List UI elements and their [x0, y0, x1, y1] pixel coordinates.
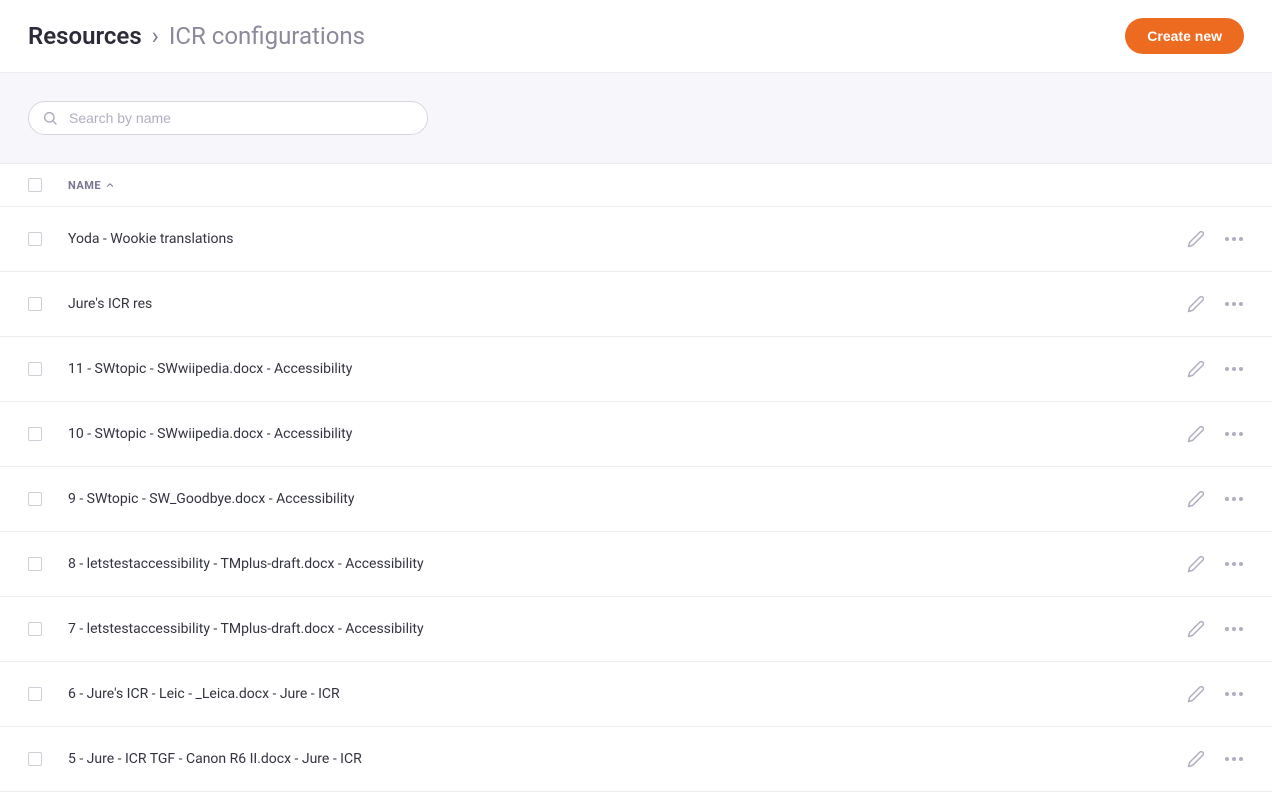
table-row: 6 - Jure's ICR - Leic - _Leica.docx - Ju…: [0, 662, 1272, 727]
row-checkbox[interactable]: [28, 622, 42, 636]
row-name[interactable]: 8 - letstestaccessibility - TMplus-draft…: [68, 556, 1186, 572]
select-all-checkbox[interactable]: [28, 178, 42, 192]
row-name[interactable]: Yoda - Wookie translations: [68, 231, 1186, 247]
table-body: Yoda - Wookie translations Jure's ICR res…: [0, 207, 1272, 792]
table-row: Jure's ICR res: [0, 272, 1272, 337]
column-header-name-label: NAME: [68, 179, 101, 192]
breadcrumb-current: ICR configurations: [169, 22, 365, 50]
row-name[interactable]: 5 - Jure - ICR TGF - Canon R6 II.docx - …: [68, 751, 1186, 767]
row-checkbox[interactable]: [28, 492, 42, 506]
search-input[interactable]: [28, 101, 428, 135]
table-row: Yoda - Wookie translations: [0, 207, 1272, 272]
edit-icon[interactable]: [1186, 294, 1206, 314]
more-options-icon[interactable]: [1224, 424, 1244, 444]
edit-icon[interactable]: [1186, 554, 1206, 574]
more-options-icon[interactable]: [1224, 554, 1244, 574]
edit-icon[interactable]: [1186, 359, 1206, 379]
row-checkbox[interactable]: [28, 297, 42, 311]
row-name[interactable]: 9 - SWtopic - SW_Goodbye.docx - Accessib…: [68, 491, 1186, 507]
row-actions: [1186, 554, 1244, 574]
more-options-icon[interactable]: [1224, 294, 1244, 314]
table-row: 9 - SWtopic - SW_Goodbye.docx - Accessib…: [0, 467, 1272, 532]
edit-icon[interactable]: [1186, 749, 1206, 769]
more-options-icon[interactable]: [1224, 684, 1244, 704]
row-actions: [1186, 684, 1244, 704]
row-checkbox[interactable]: [28, 232, 42, 246]
search-icon: [42, 110, 58, 126]
table-header: NAME: [0, 164, 1272, 207]
table-row: 7 - letstestaccessibility - TMplus-draft…: [0, 597, 1272, 662]
table-row: 10 - SWtopic - SWwiipedia.docx - Accessi…: [0, 402, 1272, 467]
edit-icon[interactable]: [1186, 424, 1206, 444]
row-checkbox[interactable]: [28, 362, 42, 376]
create-new-button[interactable]: Create new: [1125, 18, 1244, 54]
row-checkbox[interactable]: [28, 557, 42, 571]
table-row: 11 - SWtopic - SWwiipedia.docx - Accessi…: [0, 337, 1272, 402]
edit-icon[interactable]: [1186, 684, 1206, 704]
row-actions: [1186, 229, 1244, 249]
breadcrumb-root[interactable]: Resources: [28, 22, 142, 50]
edit-icon[interactable]: [1186, 489, 1206, 509]
column-header-name[interactable]: NAME: [68, 179, 115, 192]
more-options-icon[interactable]: [1224, 489, 1244, 509]
search-wrapper: [28, 101, 428, 135]
edit-icon[interactable]: [1186, 619, 1206, 639]
row-name[interactable]: 11 - SWtopic - SWwiipedia.docx - Accessi…: [68, 361, 1186, 377]
breadcrumb: Resources › ICR configurations: [28, 22, 365, 50]
more-options-icon[interactable]: [1224, 619, 1244, 639]
table-row: 5 - Jure - ICR TGF - Canon R6 II.docx - …: [0, 727, 1272, 792]
row-name[interactable]: 7 - letstestaccessibility - TMplus-draft…: [68, 621, 1186, 637]
more-options-icon[interactable]: [1224, 749, 1244, 769]
more-options-icon[interactable]: [1224, 359, 1244, 379]
row-checkbox[interactable]: [28, 427, 42, 441]
row-checkbox[interactable]: [28, 752, 42, 766]
row-name[interactable]: 10 - SWtopic - SWwiipedia.docx - Accessi…: [68, 426, 1186, 442]
search-bar-section: [0, 72, 1272, 164]
row-name[interactable]: Jure's ICR res: [68, 296, 1186, 312]
table-row: 8 - letstestaccessibility - TMplus-draft…: [0, 532, 1272, 597]
row-actions: [1186, 749, 1244, 769]
page-header: Resources › ICR configurations Create ne…: [0, 0, 1272, 72]
breadcrumb-separator: ›: [152, 22, 159, 50]
edit-icon[interactable]: [1186, 229, 1206, 249]
row-actions: [1186, 294, 1244, 314]
row-name[interactable]: 6 - Jure's ICR - Leic - _Leica.docx - Ju…: [68, 686, 1186, 702]
row-actions: [1186, 359, 1244, 379]
row-actions: [1186, 489, 1244, 509]
row-actions: [1186, 424, 1244, 444]
row-checkbox[interactable]: [28, 687, 42, 701]
row-actions: [1186, 619, 1244, 639]
sort-ascending-icon: [105, 180, 115, 190]
more-options-icon[interactable]: [1224, 229, 1244, 249]
